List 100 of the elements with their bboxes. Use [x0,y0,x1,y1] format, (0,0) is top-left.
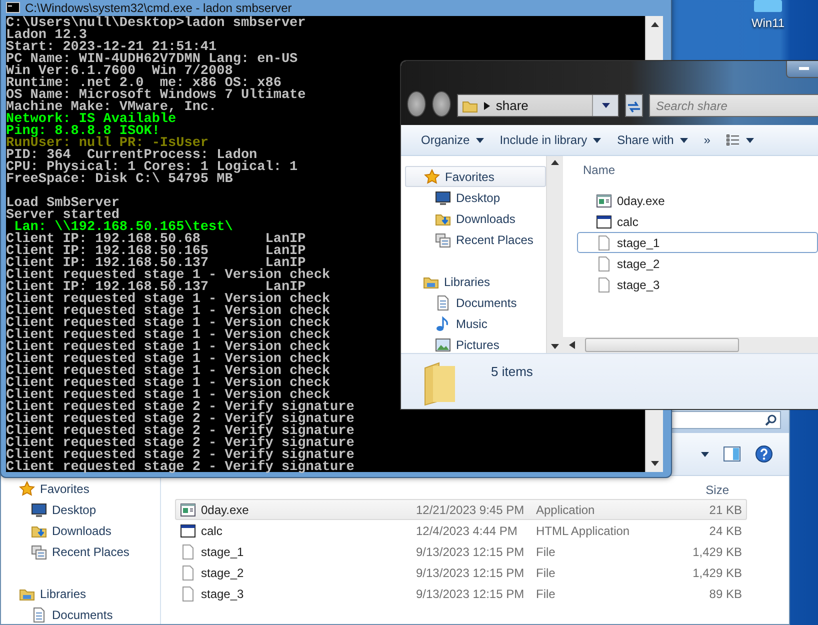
sidebar-item[interactable]: Libraries [405,271,546,292]
file-name: stage_1 [201,544,244,560]
caret-icon [701,452,709,456]
forward-button[interactable] [432,91,451,117]
file-size: 24 KB [708,522,743,540]
file-row[interactable]: calc 12/4/2023 4:44 PM HTML Application 24 KB [175,520,747,541]
help-icon [755,445,773,463]
search-field[interactable]: Search share [649,94,818,117]
file-row[interactable]: stage_3 9/13/2023 12:15 PM File 89 KB [175,583,747,604]
application-icon [596,192,612,208]
scroll-up-icon [550,159,560,166]
more-button[interactable]: » [698,129,716,151]
caret-icon [593,138,602,142]
file-row[interactable]: stage_1 9/13/2023 12:15 PM File 1,429 KB [175,541,747,562]
toolbar-button[interactable]: Organize [415,129,490,151]
refresh-icon [627,100,642,113]
sidebar-item[interactable]: Libraries [1,583,160,604]
application-icon [180,502,196,518]
console-line: Start: 2023-12-21 21:51:41 [6,42,217,54]
toolbar-button[interactable]: Include in library [494,129,608,151]
music-note-icon [435,316,451,332]
search-field[interactable] [669,410,781,428]
console-line: Client requested stage 2 - Verify signature [6,462,354,474]
back-button[interactable] [407,91,426,117]
scroll-up-icon [650,21,660,28]
document-icon [435,294,451,310]
console-icon [6,2,20,13]
file-icon [596,276,612,292]
scrollbar[interactable] [546,156,563,353]
console-line: Ladon 12.3 [6,30,88,42]
sidebar-item[interactable]: Downloads [405,208,546,229]
caret-icon [746,138,754,142]
sidebar-item[interactable]: Documents [405,292,546,313]
date-modified: 9/13/2023 12:15 PM [416,586,526,602]
date-modified: 9/13/2023 12:15 PM [416,544,526,560]
sidebar-item[interactable]: Pictures [405,334,546,355]
console-line: C:\Users\null\Desktop>ladon smbserver [6,18,306,30]
file-row[interactable]: stage_1 [577,232,818,253]
sidebar-item[interactable]: Music [405,313,546,334]
file-type: File [536,586,556,602]
sidebar-item[interactable]: Documents [1,604,160,624]
file-row[interactable]: stage_2 [577,253,818,274]
sidebar-item[interactable]: Favorites [1,478,160,499]
console-line: FreeSpace: Disk C:\ 54795 MB [6,174,233,186]
column-header[interactable]: Name [583,163,616,177]
file-size: 1,429 KB [692,564,743,582]
file-icon [180,564,196,580]
recent-places-icon [435,232,451,248]
file-row[interactable]: 0day.exe [577,190,818,211]
details-view-icon [726,134,740,146]
file-icon [180,586,196,602]
monitor-icon [435,190,451,206]
preview-pane-icon [723,446,741,462]
search-icon [765,414,777,426]
file-icon [596,256,612,272]
file-type: HTML Application [536,522,631,540]
refresh-button[interactable] [625,94,643,117]
scroll-down-icon [550,343,560,350]
date-modified: 9/13/2023 12:15 PM [416,564,526,582]
file-row[interactable]: 0day.exe 12/21/2023 9:45 PM Application 21 KB [175,499,747,520]
file-row[interactable]: calc [577,211,818,232]
file-type: File [536,544,556,560]
breadcrumb-arrow-icon [484,102,490,110]
date-modified: 12/21/2023 9:45 PM [416,502,526,518]
caret-icon [476,138,484,142]
file-row[interactable]: stage_2 9/13/2023 12:15 PM File 1,429 KB [175,562,747,583]
file-size: 21 KB [708,502,743,518]
folder-icon [423,362,457,406]
item-count: 5 items [491,363,533,381]
sidebar-item[interactable]: Desktop [405,187,546,208]
scroll-left-icon [569,341,575,349]
file-icon [596,234,612,250]
window-icon [596,214,612,230]
sidebar-item[interactable]: Downloads [1,520,160,541]
sidebar-item[interactable]: Recent Places [1,541,160,562]
date-modified: 12/4/2023 4:44 PM [416,522,518,540]
caret-icon [680,138,688,142]
window-icon [180,522,196,538]
dropdown-icon [602,103,610,108]
file-name: stage_3 [201,586,244,602]
sidebar-item[interactable]: Favorites [405,166,546,187]
file-name: stage_2 [201,564,244,582]
sidebar-item[interactable]: Recent Places [405,229,546,250]
scroll-down-icon [650,460,660,467]
minimize-button[interactable] [786,61,818,78]
file-type: Application [536,502,596,518]
monitor-icon [31,502,47,518]
file-name: 0day.exe [201,502,249,518]
file-icon [180,544,196,560]
desktop-icon-label[interactable]: Win11 [751,14,785,32]
file-size: 89 KB [708,586,743,602]
scrollbar[interactable] [563,337,818,353]
picture-icon [435,336,451,352]
file-row[interactable]: stage_3 [577,274,818,295]
column-header[interactable]: Size [706,481,729,499]
document-icon [31,606,47,622]
star-icon [424,168,440,184]
sidebar-item[interactable]: Desktop [1,499,160,520]
toolbar-button[interactable]: Share with [611,129,694,151]
address-bar[interactable]: share [456,94,620,117]
